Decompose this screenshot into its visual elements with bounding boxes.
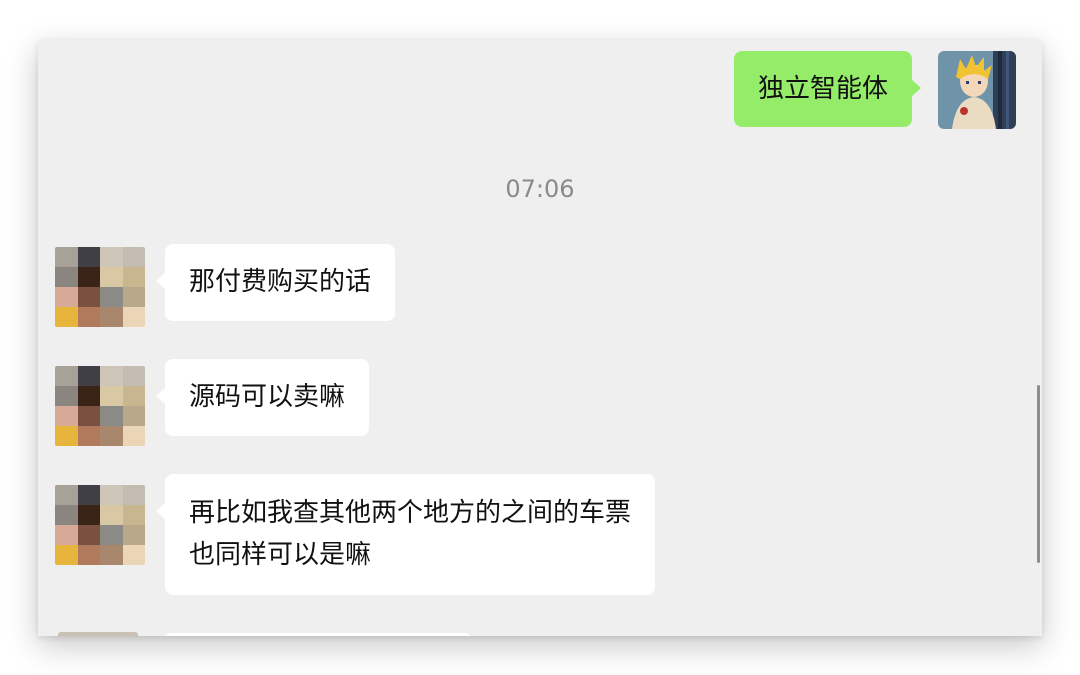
chat-scrollbar[interactable] xyxy=(1037,385,1040,563)
message-bubble-partial[interactable] xyxy=(165,633,471,636)
message-text: 那付费购买的话 xyxy=(189,267,372,297)
message-text: 独立智能体 xyxy=(757,74,888,104)
message-bubble-contact[interactable]: 再比如我查其他两个地方的之间的车票 也同样可以是嘛 xyxy=(155,474,656,595)
chat-window: 独立智能体 07:06 那付费购买的话 源码可以卖嘛 再比如我查其他两个地方的之… xyxy=(38,40,1042,636)
message-text-line-2: 也同样可以是嘛 xyxy=(189,540,372,570)
message-bubble-self[interactable]: 独立智能体 xyxy=(733,51,922,127)
contact-avatar[interactable] xyxy=(55,366,145,446)
message-text-line-1: 再比如我查其他两个地方的之间的车票 xyxy=(189,498,632,528)
message-timestamp: 07:06 xyxy=(505,175,575,203)
anime-character-avatar-icon xyxy=(938,51,1016,129)
contact-avatar-partial[interactable] xyxy=(58,632,138,636)
self-avatar[interactable] xyxy=(938,51,1016,129)
message-bubble-contact[interactable]: 源码可以卖嘛 xyxy=(155,359,370,436)
message-bubble-contact[interactable]: 那付费购买的话 xyxy=(155,244,396,321)
contact-avatar[interactable] xyxy=(55,485,145,565)
message-text: 源码可以卖嘛 xyxy=(189,382,346,412)
contact-avatar[interactable] xyxy=(55,247,145,327)
